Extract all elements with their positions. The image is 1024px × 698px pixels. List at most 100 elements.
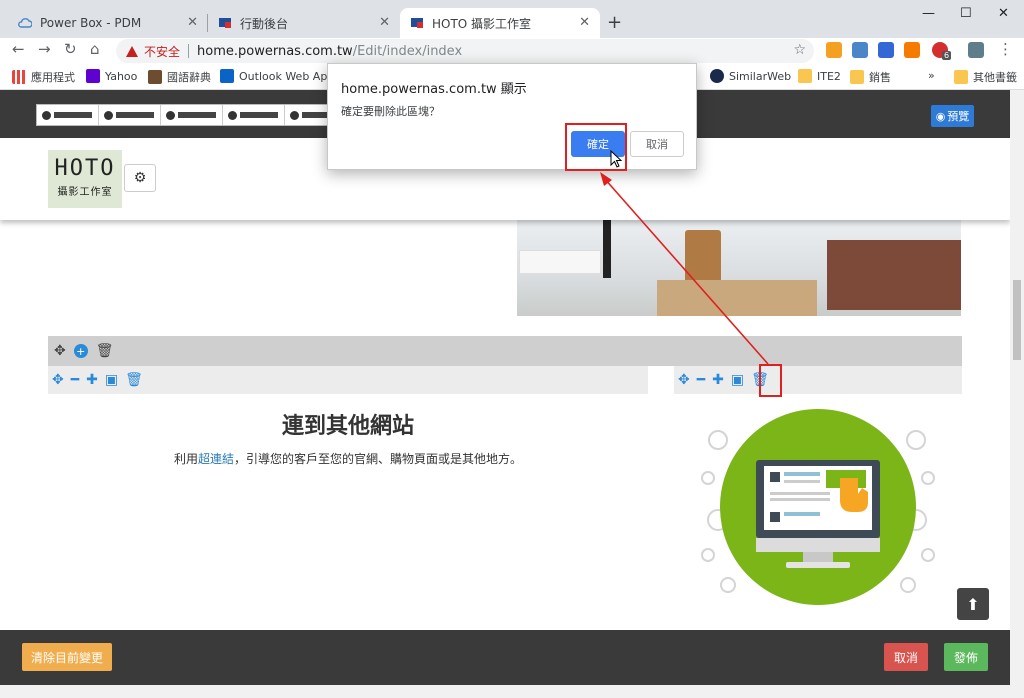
close-icon[interactable]: ✕ bbox=[187, 15, 198, 30]
extension-chart-icon[interactable] bbox=[904, 42, 920, 58]
publish-button[interactable]: 發佈 bbox=[944, 643, 988, 671]
forward-icon[interactable]: → bbox=[38, 40, 51, 58]
extension-badge: 6 bbox=[942, 51, 952, 60]
extension-page-icon[interactable] bbox=[878, 42, 894, 58]
extension-vlc-icon[interactable] bbox=[826, 42, 842, 58]
bookmark-label: 銷售 bbox=[869, 71, 891, 84]
module-label-redacted bbox=[116, 112, 154, 118]
add-module-button[interactable] bbox=[99, 105, 161, 125]
plus-icon[interactable]: ✚ bbox=[86, 372, 98, 388]
folder-icon bbox=[798, 69, 812, 83]
close-icon[interactable]: ✕ bbox=[379, 15, 390, 30]
trash-icon[interactable]: 🗑 bbox=[96, 343, 114, 359]
bookmark-apps[interactable]: 應用程式 bbox=[12, 69, 75, 85]
tab-hoto[interactable]: HOTO 攝影工作室 ✕ bbox=[400, 8, 600, 38]
url-divider bbox=[188, 44, 190, 58]
pencil-cup-shape bbox=[685, 230, 721, 284]
gear-icon[interactable]: ⚙ bbox=[124, 164, 156, 192]
cancel-button[interactable]: 取消 bbox=[884, 643, 928, 671]
tab-title: 行動後台 bbox=[240, 16, 289, 31]
minus-icon[interactable]: ━ bbox=[697, 372, 705, 388]
maximize-button[interactable]: ☐ bbox=[960, 6, 972, 21]
bookmark-star-icon[interactable]: ☆ bbox=[793, 42, 806, 58]
column-toolbar-left: ✥ ━ ✚ ▣ 🗑 bbox=[48, 366, 648, 394]
menu-icon[interactable]: ⋮ bbox=[998, 40, 1013, 58]
minus-icon[interactable]: ━ bbox=[71, 372, 79, 388]
browser-toolbar: ← → ↻ ⌂ 不安全 home.powernas.com.tw /Edit/i… bbox=[0, 38, 1024, 64]
tab-backend[interactable]: 行動後台 ✕ bbox=[208, 8, 400, 38]
lamp-shape bbox=[603, 220, 611, 278]
move-icon[interactable]: ✥ bbox=[52, 372, 64, 388]
bookmark-other[interactable]: 其他書籤 bbox=[954, 69, 1017, 85]
vertical-scrollbar[interactable] bbox=[1010, 90, 1024, 685]
move-icon[interactable]: ✥ bbox=[54, 343, 66, 359]
bookmark-label: Yahoo bbox=[105, 69, 138, 83]
minimize-button[interactable]: — bbox=[922, 6, 935, 21]
tab-title: Power Box - PDM bbox=[40, 16, 142, 30]
editor-bottom-bar: 清除目前變更 取消 發佈 bbox=[0, 630, 1010, 685]
dialog-title: home.powernas.com.tw 顯示 bbox=[341, 82, 527, 97]
tab-strip: Power Box - PDM ✕ 行動後台 ✕ HOTO 攝影工作室 ✕ + … bbox=[0, 0, 1024, 38]
similarweb-icon bbox=[710, 69, 724, 83]
bookmark-overflow[interactable]: » bbox=[928, 69, 935, 82]
horizontal-scrollbar[interactable] bbox=[0, 685, 1024, 698]
bookmark-label: Outlook Web App bbox=[239, 69, 335, 83]
trash-icon[interactable]: 🗑 bbox=[125, 372, 143, 388]
preview-label: 預覽 bbox=[947, 110, 970, 123]
bookmark-label: 國語辭典 bbox=[167, 71, 211, 84]
add-icon bbox=[104, 110, 113, 120]
tab-title: HOTO 攝影工作室 bbox=[432, 16, 532, 31]
add-module-button[interactable] bbox=[223, 105, 285, 125]
bookmark-label: 其他書籤 bbox=[973, 71, 1017, 84]
add-circle-icon[interactable]: + bbox=[73, 344, 88, 358]
bookmark-label: ITE2 bbox=[817, 69, 841, 83]
bookmark-ite2[interactable]: ITE2 bbox=[798, 69, 841, 83]
add-module-button[interactable] bbox=[37, 105, 99, 125]
plus-icon[interactable]: ✚ bbox=[712, 372, 724, 388]
image-icon[interactable]: ▣ bbox=[731, 372, 744, 388]
close-icon[interactable]: ✕ bbox=[579, 15, 590, 30]
address-bar[interactable]: 不安全 home.powernas.com.tw /Edit/index/ind… bbox=[116, 39, 814, 63]
module-label-redacted bbox=[240, 112, 278, 118]
bookmark-yahoo[interactable]: Yahoo bbox=[86, 69, 137, 83]
section-heading: 連到其他網站 bbox=[281, 414, 414, 439]
add-icon bbox=[42, 110, 51, 120]
security-label: 不安全 bbox=[144, 44, 181, 59]
scroll-thumb[interactable] bbox=[1013, 280, 1021, 360]
tab-power-box[interactable]: Power Box - PDM ✕ bbox=[8, 8, 208, 38]
new-tab-button[interactable]: + bbox=[607, 12, 622, 33]
books-shape bbox=[827, 240, 961, 310]
cancel-dialog-label: 取消 bbox=[646, 138, 668, 151]
add-icon bbox=[228, 110, 237, 120]
site-icon bbox=[219, 18, 231, 28]
clear-changes-label: 清除目前變更 bbox=[30, 650, 103, 665]
bookmark-sales[interactable]: 銷售 bbox=[850, 69, 891, 85]
row-toolbar: ✥ + 🗑 bbox=[48, 336, 962, 366]
extension-translate-icon[interactable] bbox=[852, 42, 868, 58]
annotation-highlight-trash bbox=[759, 364, 782, 397]
confirm-cancel-button[interactable]: 取消 bbox=[630, 131, 684, 157]
mouse-cursor-icon bbox=[610, 150, 623, 168]
add-icon bbox=[290, 110, 299, 120]
preview-button[interactable]: ◉ 預覽 bbox=[931, 105, 974, 127]
add-module-button[interactable] bbox=[161, 105, 223, 125]
bookmark-similarweb[interactable]: SimilarWeb bbox=[710, 69, 791, 83]
reload-icon[interactable]: ↻ bbox=[64, 40, 77, 58]
extension-key-icon[interactable] bbox=[968, 42, 984, 58]
clear-changes-button[interactable]: 清除目前變更 bbox=[22, 643, 112, 671]
logo-main-text: HOTO bbox=[54, 156, 116, 181]
close-window-button[interactable]: ✕ bbox=[998, 6, 1009, 21]
module-label-redacted bbox=[54, 112, 92, 118]
eye-icon: ◉ bbox=[935, 109, 946, 123]
scroll-to-top-button[interactable]: ⬆ bbox=[957, 588, 989, 620]
bookmark-outlook[interactable]: Outlook Web App bbox=[220, 69, 334, 83]
move-icon[interactable]: ✥ bbox=[678, 372, 690, 388]
bookmark-label: SimilarWeb bbox=[729, 69, 792, 83]
back-icon[interactable]: ← bbox=[12, 40, 25, 58]
site-logo[interactable]: HOTO 攝影工作室 bbox=[48, 150, 122, 208]
hyperlink-text[interactable]: 超連結 bbox=[198, 452, 234, 466]
home-icon[interactable]: ⌂ bbox=[90, 40, 100, 58]
material-samples-shape bbox=[657, 280, 817, 316]
image-icon[interactable]: ▣ bbox=[105, 372, 118, 388]
bookmark-dictionary[interactable]: 國語辭典 bbox=[148, 69, 211, 85]
